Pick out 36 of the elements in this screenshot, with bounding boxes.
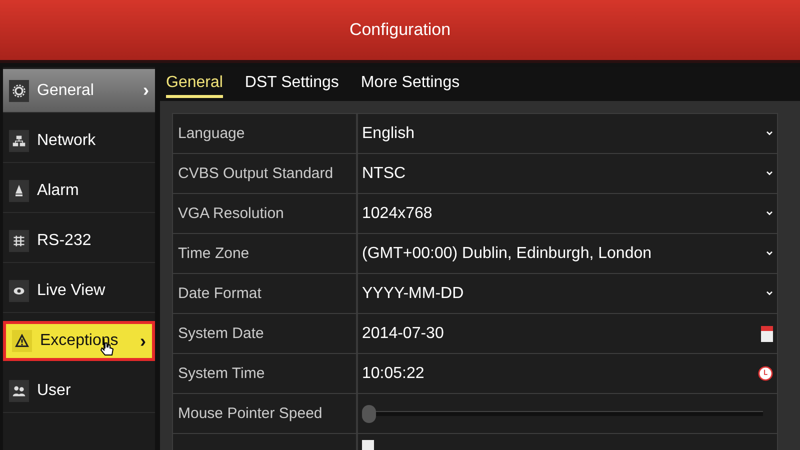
sidebar-item[interactable]: Alarm <box>3 169 155 213</box>
users-icon <box>9 380 29 402</box>
dropdown-field[interactable]: (GMT+00:00) Dublin, Edinburgh, London <box>362 238 773 270</box>
dropdown-field[interactable]: NTSC <box>362 158 773 190</box>
caret-icon <box>766 251 773 256</box>
slider-thumb[interactable] <box>362 405 376 423</box>
tab[interactable]: More Settings <box>360 70 460 98</box>
network-icon <box>9 130 29 152</box>
dropdown-field[interactable]: YYYY-MM-DD <box>362 278 773 310</box>
checkbox[interactable] <box>362 440 374 450</box>
eye-icon <box>9 280 29 302</box>
sidebar-item[interactable]: General › <box>3 69 155 113</box>
bell-icon <box>9 180 29 202</box>
caret-icon <box>766 211 773 216</box>
time-field[interactable]: 10:05:22 <box>362 358 773 390</box>
caret-icon <box>766 131 773 136</box>
dropdown-field[interactable]: English <box>362 118 773 150</box>
grid-icon <box>9 230 29 252</box>
date-field[interactable]: 2014-07-30 <box>362 318 773 350</box>
chevron-icon: › <box>140 330 146 352</box>
calendar-icon <box>761 326 773 342</box>
caret-icon <box>766 171 773 176</box>
warning-icon <box>12 330 32 352</box>
sidebar-item[interactable]: User <box>3 369 155 413</box>
tab[interactable]: General <box>166 70 223 98</box>
sidebar-item[interactable]: Exceptions › <box>3 321 155 361</box>
sidebar-item[interactable]: Live View <box>3 269 155 313</box>
tab[interactable]: DST Settings <box>244 70 339 98</box>
caret-icon <box>766 291 773 296</box>
sidebar-item[interactable]: RS-232 <box>3 219 155 263</box>
gear-icon <box>9 80 29 102</box>
window-title: Configuration <box>349 20 451 40</box>
dropdown-field[interactable]: 1024x768 <box>362 198 773 230</box>
chevron-icon: › <box>143 80 149 101</box>
sidebar-item[interactable]: Network <box>3 119 155 163</box>
clock-icon <box>758 366 773 381</box>
